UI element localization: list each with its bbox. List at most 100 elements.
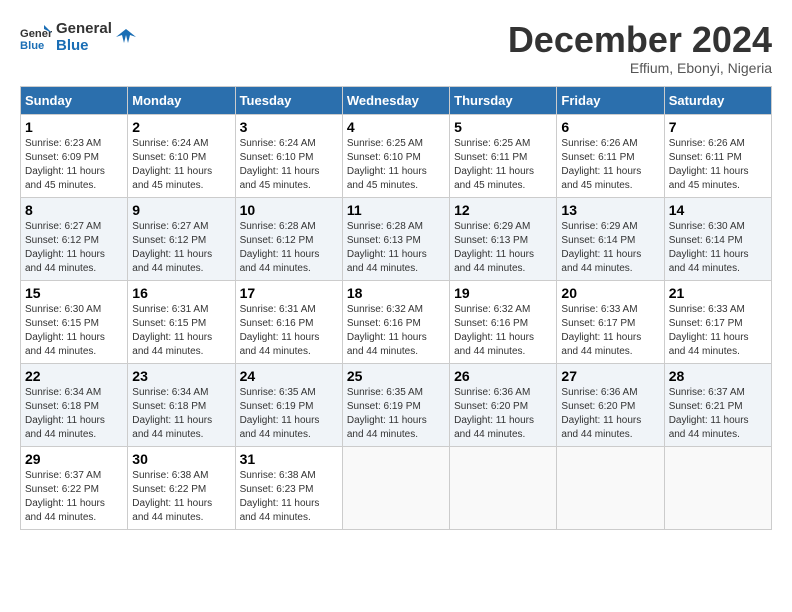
day-number: 6 [561,119,659,135]
day-number: 2 [132,119,230,135]
day-cell [450,446,557,529]
day-number: 29 [25,451,123,467]
day-detail: Sunrise: 6:23 AMSunset: 6:09 PMDaylight:… [25,138,105,191]
day-cell: 20 Sunrise: 6:33 AMSunset: 6:17 PMDaylig… [557,280,664,363]
day-detail: Sunrise: 6:35 AMSunset: 6:19 PMDaylight:… [240,387,320,440]
logo-line1: General [56,20,112,37]
day-detail: Sunrise: 6:31 AMSunset: 6:15 PMDaylight:… [132,304,212,357]
day-detail: Sunrise: 6:26 AMSunset: 6:11 PMDaylight:… [561,138,641,191]
day-detail: Sunrise: 6:35 AMSunset: 6:19 PMDaylight:… [347,387,427,440]
day-number: 7 [669,119,767,135]
day-detail: Sunrise: 6:31 AMSunset: 6:16 PMDaylight:… [240,304,320,357]
day-number: 8 [25,202,123,218]
day-cell: 10 Sunrise: 6:28 AMSunset: 6:12 PMDaylig… [235,197,342,280]
day-cell: 2 Sunrise: 6:24 AMSunset: 6:10 PMDayligh… [128,114,235,197]
header-friday: Friday [557,86,664,114]
day-detail: Sunrise: 6:29 AMSunset: 6:14 PMDaylight:… [561,221,641,274]
day-number: 27 [561,368,659,384]
week-row-2: 8 Sunrise: 6:27 AMSunset: 6:12 PMDayligh… [21,197,772,280]
day-cell: 4 Sunrise: 6:25 AMSunset: 6:10 PMDayligh… [342,114,449,197]
day-number: 4 [347,119,445,135]
calendar-table: SundayMondayTuesdayWednesdayThursdayFrid… [20,86,772,530]
header-row: SundayMondayTuesdayWednesdayThursdayFrid… [21,86,772,114]
day-cell: 25 Sunrise: 6:35 AMSunset: 6:19 PMDaylig… [342,363,449,446]
logo-bird-icon [116,27,136,47]
logo: General Blue General Blue [20,20,136,54]
day-number: 5 [454,119,552,135]
header-wednesday: Wednesday [342,86,449,114]
day-cell [664,446,771,529]
day-detail: Sunrise: 6:29 AMSunset: 6:13 PMDaylight:… [454,221,534,274]
day-detail: Sunrise: 6:25 AMSunset: 6:10 PMDaylight:… [347,138,427,191]
day-cell [342,446,449,529]
day-number: 10 [240,202,338,218]
week-row-5: 29 Sunrise: 6:37 AMSunset: 6:22 PMDaylig… [21,446,772,529]
day-number: 13 [561,202,659,218]
day-detail: Sunrise: 6:32 AMSunset: 6:16 PMDaylight:… [454,304,534,357]
day-number: 3 [240,119,338,135]
day-number: 18 [347,285,445,301]
day-number: 11 [347,202,445,218]
day-cell: 5 Sunrise: 6:25 AMSunset: 6:11 PMDayligh… [450,114,557,197]
day-number: 31 [240,451,338,467]
day-detail: Sunrise: 6:26 AMSunset: 6:11 PMDaylight:… [669,138,749,191]
day-detail: Sunrise: 6:37 AMSunset: 6:22 PMDaylight:… [25,470,105,523]
day-cell: 14 Sunrise: 6:30 AMSunset: 6:14 PMDaylig… [664,197,771,280]
day-number: 16 [132,285,230,301]
week-row-3: 15 Sunrise: 6:30 AMSunset: 6:15 PMDaylig… [21,280,772,363]
day-number: 30 [132,451,230,467]
day-detail: Sunrise: 6:28 AMSunset: 6:12 PMDaylight:… [240,221,320,274]
day-detail: Sunrise: 6:24 AMSunset: 6:10 PMDaylight:… [240,138,320,191]
day-detail: Sunrise: 6:30 AMSunset: 6:14 PMDaylight:… [669,221,749,274]
day-detail: Sunrise: 6:33 AMSunset: 6:17 PMDaylight:… [669,304,749,357]
day-number: 28 [669,368,767,384]
day-detail: Sunrise: 6:36 AMSunset: 6:20 PMDaylight:… [454,387,534,440]
day-cell: 16 Sunrise: 6:31 AMSunset: 6:15 PMDaylig… [128,280,235,363]
day-number: 20 [561,285,659,301]
day-number: 12 [454,202,552,218]
day-cell [557,446,664,529]
logo-icon: General Blue [20,21,52,53]
day-cell: 28 Sunrise: 6:37 AMSunset: 6:21 PMDaylig… [664,363,771,446]
day-cell: 21 Sunrise: 6:33 AMSunset: 6:17 PMDaylig… [664,280,771,363]
day-detail: Sunrise: 6:34 AMSunset: 6:18 PMDaylight:… [25,387,105,440]
day-cell: 13 Sunrise: 6:29 AMSunset: 6:14 PMDaylig… [557,197,664,280]
day-detail: Sunrise: 6:25 AMSunset: 6:11 PMDaylight:… [454,138,534,191]
day-cell: 18 Sunrise: 6:32 AMSunset: 6:16 PMDaylig… [342,280,449,363]
day-number: 17 [240,285,338,301]
header-thursday: Thursday [450,86,557,114]
day-number: 23 [132,368,230,384]
day-cell: 24 Sunrise: 6:35 AMSunset: 6:19 PMDaylig… [235,363,342,446]
header-saturday: Saturday [664,86,771,114]
day-cell: 23 Sunrise: 6:34 AMSunset: 6:18 PMDaylig… [128,363,235,446]
page-header: General Blue General Blue December 2024 … [20,20,772,76]
day-cell: 15 Sunrise: 6:30 AMSunset: 6:15 PMDaylig… [21,280,128,363]
day-cell: 7 Sunrise: 6:26 AMSunset: 6:11 PMDayligh… [664,114,771,197]
week-row-4: 22 Sunrise: 6:34 AMSunset: 6:18 PMDaylig… [21,363,772,446]
day-number: 19 [454,285,552,301]
day-number: 1 [25,119,123,135]
day-cell: 22 Sunrise: 6:34 AMSunset: 6:18 PMDaylig… [21,363,128,446]
day-detail: Sunrise: 6:38 AMSunset: 6:22 PMDaylight:… [132,470,212,523]
day-detail: Sunrise: 6:37 AMSunset: 6:21 PMDaylight:… [669,387,749,440]
day-detail: Sunrise: 6:27 AMSunset: 6:12 PMDaylight:… [25,221,105,274]
day-cell: 1 Sunrise: 6:23 AMSunset: 6:09 PMDayligh… [21,114,128,197]
day-cell: 27 Sunrise: 6:36 AMSunset: 6:20 PMDaylig… [557,363,664,446]
logo-line2: Blue [56,37,112,54]
day-cell: 3 Sunrise: 6:24 AMSunset: 6:10 PMDayligh… [235,114,342,197]
day-cell: 26 Sunrise: 6:36 AMSunset: 6:20 PMDaylig… [450,363,557,446]
day-cell: 12 Sunrise: 6:29 AMSunset: 6:13 PMDaylig… [450,197,557,280]
day-cell: 29 Sunrise: 6:37 AMSunset: 6:22 PMDaylig… [21,446,128,529]
day-number: 14 [669,202,767,218]
day-cell: 30 Sunrise: 6:38 AMSunset: 6:22 PMDaylig… [128,446,235,529]
day-cell: 9 Sunrise: 6:27 AMSunset: 6:12 PMDayligh… [128,197,235,280]
day-cell: 6 Sunrise: 6:26 AMSunset: 6:11 PMDayligh… [557,114,664,197]
day-cell: 19 Sunrise: 6:32 AMSunset: 6:16 PMDaylig… [450,280,557,363]
day-number: 9 [132,202,230,218]
day-number: 15 [25,285,123,301]
day-cell: 8 Sunrise: 6:27 AMSunset: 6:12 PMDayligh… [21,197,128,280]
day-cell: 17 Sunrise: 6:31 AMSunset: 6:16 PMDaylig… [235,280,342,363]
day-detail: Sunrise: 6:27 AMSunset: 6:12 PMDaylight:… [132,221,212,274]
day-number: 22 [25,368,123,384]
day-cell: 11 Sunrise: 6:28 AMSunset: 6:13 PMDaylig… [342,197,449,280]
